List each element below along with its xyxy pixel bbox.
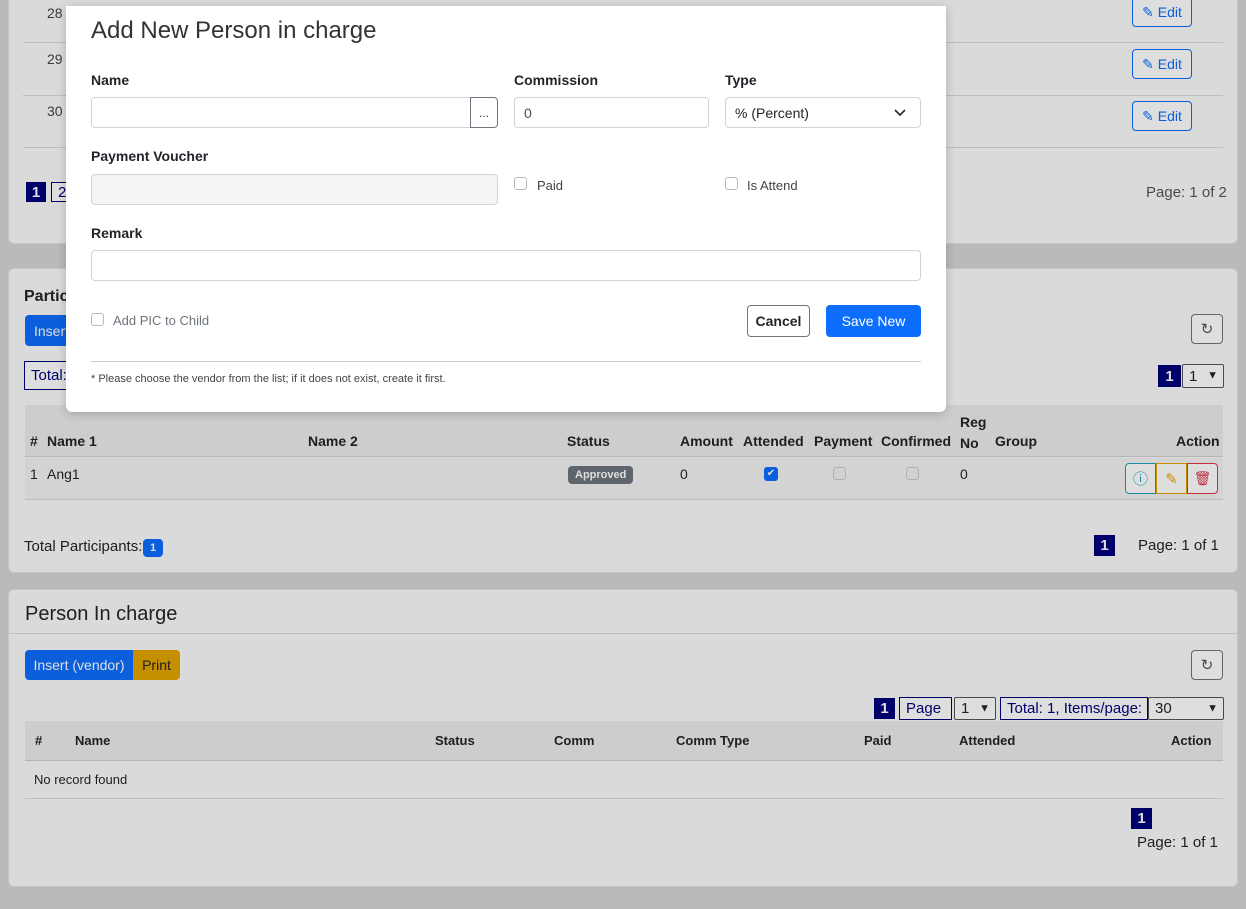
paid-checkbox[interactable]: [514, 177, 527, 190]
commission-input[interactable]: 0: [514, 97, 709, 128]
is-attend-label: Is Attend: [747, 178, 798, 193]
type-label: Type: [725, 72, 757, 88]
name-input[interactable]: [91, 97, 471, 128]
chevron-down-icon: [894, 109, 906, 117]
save-new-button[interactable]: Save New: [826, 305, 921, 337]
paid-label: Paid: [537, 178, 564, 193]
name-label: Name: [91, 72, 130, 88]
modal-title: Add New Person in charge: [91, 17, 377, 44]
is-attend-checkbox[interactable]: [725, 177, 738, 190]
browse-vendor-button[interactable]: ...: [470, 97, 498, 128]
add-pic-modal: Add New Person in charge Name ... Commis…: [66, 6, 946, 412]
cancel-button[interactable]: Cancel: [747, 305, 810, 337]
voucher-input: [91, 174, 498, 205]
remark-input[interactable]: [91, 250, 921, 281]
voucher-label: Payment Voucher: [91, 148, 209, 164]
modal-footnote: * Please choose the vendor from the list…: [91, 373, 446, 385]
remark-label: Remark: [91, 225, 143, 241]
commission-label: Commission: [514, 72, 599, 88]
type-select[interactable]: % (Percent): [725, 97, 921, 128]
add-pic-child-checkbox[interactable]: [91, 313, 104, 326]
modal-divider: [91, 361, 921, 362]
add-pic-child-label: Add PIC to Child: [113, 313, 210, 328]
